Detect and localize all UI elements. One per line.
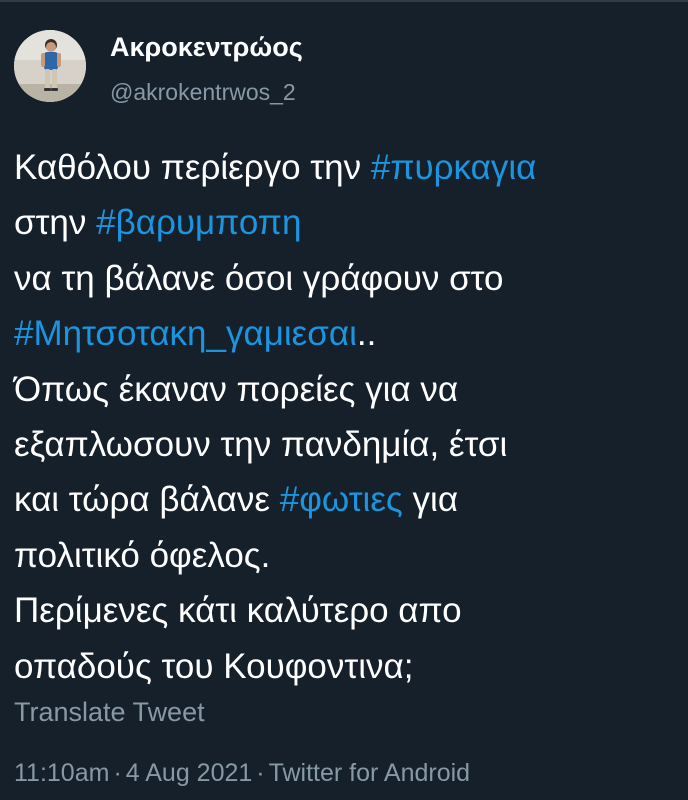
tweet-text-line: Όπως έκαναν πορείες για να (14, 362, 679, 417)
tweet-text-line: οπαδούς του Κουφοντινα; (14, 639, 679, 694)
top-divider (0, 0, 688, 2)
translate-tweet-link[interactable]: Translate Tweet (14, 697, 205, 728)
hashtag-link[interactable]: #Μητσοτακη_γαμιεσαι (14, 314, 357, 353)
tweet-date[interactable]: 4 Aug 2021 (126, 759, 253, 787)
hashtag-link[interactable]: #πυρκαγια (371, 148, 536, 187)
tweet-text-line: και τώρα βάλανε #φωτιες για (14, 472, 679, 527)
avatar[interactable] (14, 30, 86, 102)
tweet-text-segment: εξαπλωσουν την πανδημία, έτσι (14, 424, 508, 464)
tweet-text-line: να τη βάλανε όσοι γράφουν στο (14, 251, 679, 306)
hashtag-link[interactable]: #φωτιες (280, 480, 403, 519)
tweet-text-segment: Όπως έκαναν πορείες για να (14, 369, 459, 409)
user-handle[interactable]: @akrokentrwos_2 (110, 79, 296, 106)
tweet-client[interactable]: Twitter for Android (269, 759, 470, 787)
tweet-text-segment: Περίμενες κάτι καλύτερο απο (14, 591, 462, 631)
tweet-text-line: Περίμενες κάτι καλύτερο απο (14, 583, 679, 638)
tweet-text-segment: και τώρα βάλανε (14, 480, 280, 520)
avatar-photo-icon (14, 30, 86, 102)
tweet-text-line: στην #βαρυμποπη (14, 195, 679, 250)
tweet-text-segment: οπαδούς του Κουφοντινα; (14, 646, 414, 686)
tweet-text-line: πολιτικό όφελος. (14, 528, 679, 583)
tweet-text-line: Καθόλου περίεργο την #πυρκαγια (14, 140, 679, 195)
tweet-text-segment: Καθόλου περίεργο την (14, 148, 371, 187)
tweet-text-segment: .. (356, 314, 377, 354)
display-name[interactable]: Ακροκεντρώος (110, 32, 303, 63)
tweet-text: Καθόλου περίεργο την #πυρκαγια στην #βαρυ… (14, 140, 679, 694)
meta-separator: · (256, 759, 265, 787)
tweet-text-segment: στην (14, 203, 97, 243)
tweet-text-line: #Μητσοτακη_γαμιεσαι.. (14, 306, 679, 361)
tweet-text-segment: για (402, 480, 459, 520)
tweet-text-line: εξαπλωσουν την πανδημία, έτσι (14, 417, 679, 472)
tweet-card: Ακροκεντρώος @akrokentrwos_2 Καθόλου περ… (0, 0, 688, 800)
tweet-text-segment: πολιτικό όφελος. (14, 535, 271, 575)
tweet-metadata: 11:10am · 4 Aug 2021 · Twitter for Android (14, 759, 470, 788)
meta-separator: · (113, 759, 122, 787)
tweet-text-segment: να τη βάλανε όσοι γράφουν στο (14, 258, 504, 298)
hashtag-link[interactable]: #βαρυμποπη (96, 203, 301, 242)
tweet-time[interactable]: 11:10am (14, 759, 109, 787)
